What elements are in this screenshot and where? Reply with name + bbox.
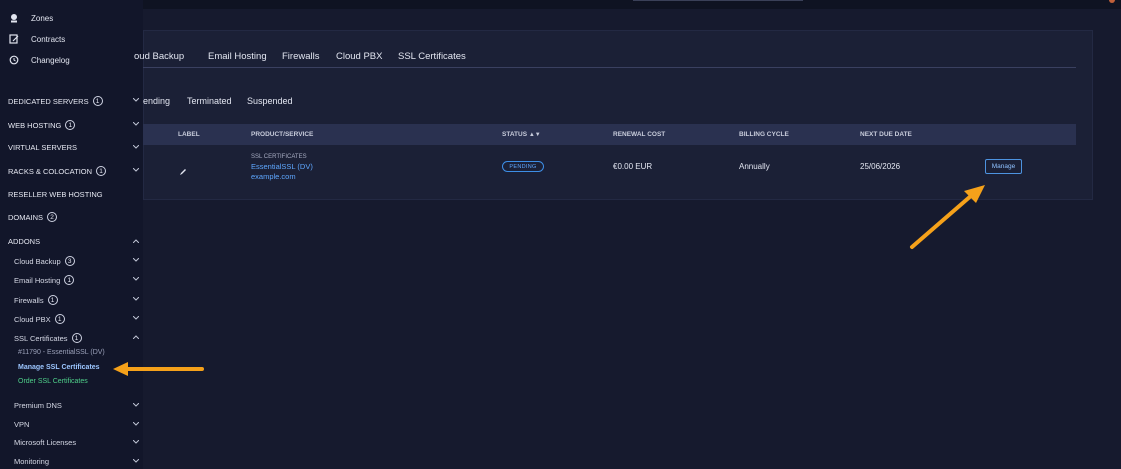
annotation-arrow-manage: [910, 185, 985, 249]
annotation-arrow-manage-ssl: [113, 362, 204, 376]
annotation-overlay: [113, 185, 985, 376]
